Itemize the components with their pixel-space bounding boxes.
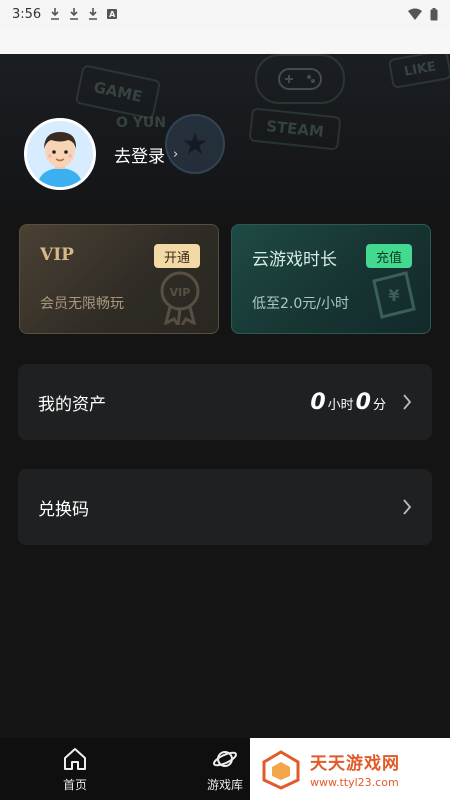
- vip-card[interactable]: VIP 开通 会员无限畅玩 VIP: [19, 224, 219, 334]
- avatar[interactable]: [24, 118, 96, 190]
- steam-sticker: STEAM: [248, 107, 342, 151]
- wifi-icon: [408, 8, 422, 20]
- chevron-right-icon: ›: [173, 147, 179, 162]
- download-icon: [70, 8, 79, 20]
- home-icon: [64, 747, 86, 770]
- gamepad-sticker: [255, 54, 345, 104]
- assets-value: 0 小时 0 分: [310, 390, 388, 415]
- like-sticker: LIKE: [387, 54, 450, 89]
- svg-text:VIP: VIP: [170, 286, 191, 299]
- site-watermark: 天天游戏网 www.ttyl23.com: [250, 738, 450, 800]
- gamepad-icon: [278, 68, 322, 90]
- status-time: 3:56: [12, 6, 42, 22]
- nav-game-library-label: 游戏库: [206, 777, 243, 792]
- redeem-code-row[interactable]: 兑换码: [18, 469, 432, 545]
- download-icon: [51, 8, 60, 20]
- svg-text:¥: ¥: [388, 286, 399, 305]
- status-bar: 3:56 A: [0, 0, 450, 28]
- cloud-time-card[interactable]: 云游戏时长 充值 低至2.0元/小时 ¥: [231, 224, 431, 334]
- planet-icon: [212, 750, 238, 767]
- nav-item-home[interactable]: 首页: [0, 738, 150, 800]
- assets-minutes-unit: 分: [372, 397, 386, 413]
- vip-subtitle: 会员无限畅玩: [40, 296, 124, 312]
- vip-title: VIP: [40, 245, 74, 265]
- app-notification-icon: A: [107, 9, 118, 19]
- ticket-icon: ¥: [372, 271, 416, 319]
- cloud-time-subtitle: 低至2.0元/小时: [252, 296, 349, 312]
- redeem-code-label: 兑换码: [38, 499, 89, 520]
- chevron-right-icon: [403, 499, 412, 515]
- watermark-logo-icon: [262, 750, 300, 790]
- battery-icon: [430, 7, 438, 20]
- watermark-title: 天天游戏网: [310, 754, 400, 774]
- assets-minutes: 0: [355, 389, 371, 415]
- cloud-time-title: 云游戏时长: [252, 250, 337, 270]
- my-assets-label: 我的资产: [38, 394, 106, 415]
- vip-badge-icon: VIP: [160, 271, 200, 325]
- chevron-right-icon: [403, 394, 412, 410]
- download-icon: [89, 8, 98, 20]
- nav-home-label: 首页: [62, 777, 87, 792]
- assets-hours: 0: [310, 389, 326, 415]
- toolbar-spacer: [0, 28, 450, 54]
- watermark-url: www.ttyl23.com: [310, 776, 399, 789]
- login-label: 去登录: [114, 147, 165, 167]
- recharge-button[interactable]: 充值: [365, 244, 412, 268]
- login-link[interactable]: 去登录 ›: [114, 142, 178, 167]
- my-assets-row[interactable]: 我的资产 0 小时 0 分: [18, 364, 432, 440]
- vip-open-button[interactable]: 开通: [153, 244, 200, 268]
- assets-hours-unit: 小时: [327, 397, 354, 413]
- avatar-boy-icon: [27, 121, 93, 187]
